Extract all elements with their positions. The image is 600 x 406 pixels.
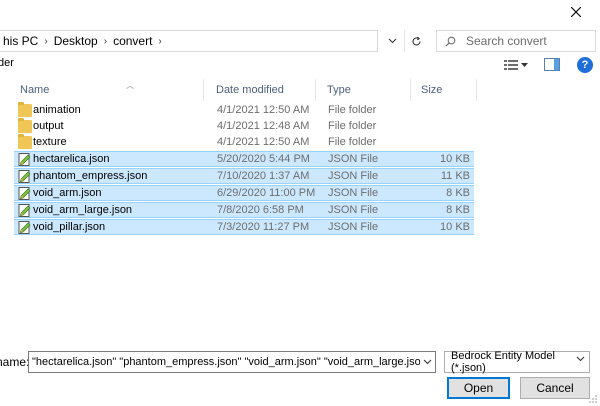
file-type: JSON File: [328, 153, 379, 165]
file-name: phantom_empress.json: [33, 170, 148, 182]
address-row: his PC › Desktop › convert › Search conv…: [0, 30, 600, 54]
open-button[interactable]: Open: [447, 377, 510, 399]
search-input[interactable]: Search convert: [436, 30, 596, 52]
file-size: [419, 135, 470, 151]
folder-icon: [18, 134, 32, 149]
json-file-icon: [18, 221, 31, 234]
json-file-icon: [18, 170, 31, 183]
file-size: [419, 119, 470, 135]
caret-down-icon: [521, 63, 528, 67]
details-view-icon: [504, 59, 518, 70]
column-size[interactable]: Size: [415, 79, 477, 101]
column-headers: Name ︿ Date modified Type Size: [0, 79, 600, 101]
breadcrumb-this-pc[interactable]: his PC: [0, 34, 42, 48]
search-icon: [445, 36, 456, 46]
chevron-right-icon[interactable]: ›: [42, 36, 49, 47]
file-name-value: "hectarelica.json" "phantom_empress.json…: [32, 356, 435, 368]
list-item[interactable]: texture 4/1/2021 12:50 AM File folder: [14, 134, 474, 151]
chevron-right-icon[interactable]: ›: [156, 36, 163, 47]
file-name: texture: [33, 136, 67, 148]
preview-pane-icon: [544, 58, 560, 71]
file-size: 10 KB: [440, 153, 470, 165]
json-file-icon: [18, 204, 31, 217]
file-size: 8 KB: [446, 187, 470, 199]
chevron-down-icon: [576, 356, 585, 362]
column-name[interactable]: Name ︿: [14, 79, 204, 101]
list-item[interactable]: output 4/1/2021 12:48 AM File folder: [14, 118, 474, 135]
list-item[interactable]: animation 4/1/2021 12:50 AM File folder: [14, 102, 474, 119]
close-icon: [571, 7, 581, 17]
file-date: 4/1/2021 12:50 AM: [217, 136, 310, 148]
file-type-value: Bedrock Entity Model (*.json): [451, 350, 555, 374]
file-name: animation: [33, 104, 81, 116]
file-type: JSON File: [328, 187, 379, 199]
file-date: 7/10/2020 1:37 AM: [217, 170, 310, 182]
list-item[interactable]: hectarelica.json 5/20/2020 5:44 PM JSON …: [14, 151, 474, 167]
file-name-input[interactable]: "hectarelica.json" "phantom_empress.json…: [28, 351, 436, 373]
open-button-label: Open: [463, 381, 494, 395]
file-size: 8 KB: [446, 204, 470, 216]
list-item[interactable]: void_arm.json 6/29/2020 11:00 PM JSON Fi…: [14, 185, 474, 201]
file-date: 7/3/2020 11:27 PM: [217, 221, 310, 233]
file-type-select[interactable]: Bedrock Entity Model (*.json): [444, 350, 590, 374]
chevron-down-icon: [388, 38, 396, 44]
chevron-right-icon[interactable]: ›: [102, 36, 109, 47]
chevron-down-icon: [423, 359, 432, 365]
file-type: JSON File: [328, 204, 379, 216]
json-file-icon: [18, 187, 31, 200]
new-folder-button[interactable]: der: [0, 57, 14, 69]
address-bar[interactable]: his PC › Desktop › convert ›: [0, 30, 378, 52]
column-size-label: Size: [421, 84, 443, 96]
file-size: [419, 103, 470, 119]
resize-grip-icon[interactable]: [588, 394, 598, 404]
file-date: 4/1/2021 12:48 AM: [217, 120, 310, 132]
file-type: JSON File: [328, 221, 379, 233]
file-name: void_arm_large.json: [33, 204, 133, 216]
cancel-button-label: Cancel: [536, 381, 574, 395]
change-view-button[interactable]: [504, 58, 536, 72]
file-type: JSON File: [328, 170, 379, 182]
toolbar: der ?: [0, 57, 600, 73]
file-date: 6/29/2020 11:00 PM: [217, 187, 316, 199]
file-type: File folder: [328, 104, 377, 116]
file-type: File folder: [328, 120, 377, 132]
breadcrumb-convert[interactable]: convert: [109, 34, 156, 48]
folder-icon: [18, 118, 32, 133]
file-name-history-button[interactable]: [420, 352, 435, 372]
breadcrumb-desktop[interactable]: Desktop: [50, 34, 102, 48]
refresh-button[interactable]: [404, 30, 428, 52]
file-date: 4/1/2021 12:50 AM: [217, 104, 310, 116]
column-date-modified[interactable]: Date modified: [210, 79, 316, 101]
file-size: 11 KB: [440, 170, 470, 182]
file-name: hectarelica.json: [33, 153, 110, 165]
file-size: 10 KB: [440, 221, 470, 233]
file-name: output: [33, 120, 64, 132]
sort-ascending-icon: ︿: [126, 81, 134, 90]
json-file-icon: [18, 153, 31, 166]
list-item[interactable]: phantom_empress.json 7/10/2020 1:37 AM J…: [14, 168, 474, 184]
help-icon[interactable]: ?: [577, 57, 593, 73]
column-type[interactable]: Type: [321, 79, 411, 101]
preview-pane-button[interactable]: [544, 58, 560, 72]
file-date: 5/20/2020 5:44 PM: [217, 153, 310, 165]
column-date-label: Date modified: [216, 84, 284, 96]
cancel-button[interactable]: Cancel: [520, 377, 590, 399]
list-item[interactable]: void_pillar.json 7/3/2020 11:27 PM JSON …: [14, 219, 474, 235]
file-name: void_pillar.json: [33, 221, 106, 233]
folder-icon: [18, 102, 32, 117]
file-name-label: name:: [0, 355, 30, 369]
list-item[interactable]: void_arm_large.json 7/8/2020 6:58 PM JSO…: [14, 202, 474, 218]
file-date: 7/8/2020 6:58 PM: [217, 204, 304, 216]
file-type: File folder: [328, 136, 377, 148]
column-type-label: Type: [327, 84, 351, 96]
file-name: void_arm.json: [33, 187, 102, 199]
refresh-icon: [412, 36, 421, 45]
column-name-label: Name: [20, 84, 50, 96]
address-history-button[interactable]: [382, 30, 402, 52]
close-button[interactable]: [562, 1, 590, 23]
search-placeholder: Search convert: [466, 34, 547, 48]
